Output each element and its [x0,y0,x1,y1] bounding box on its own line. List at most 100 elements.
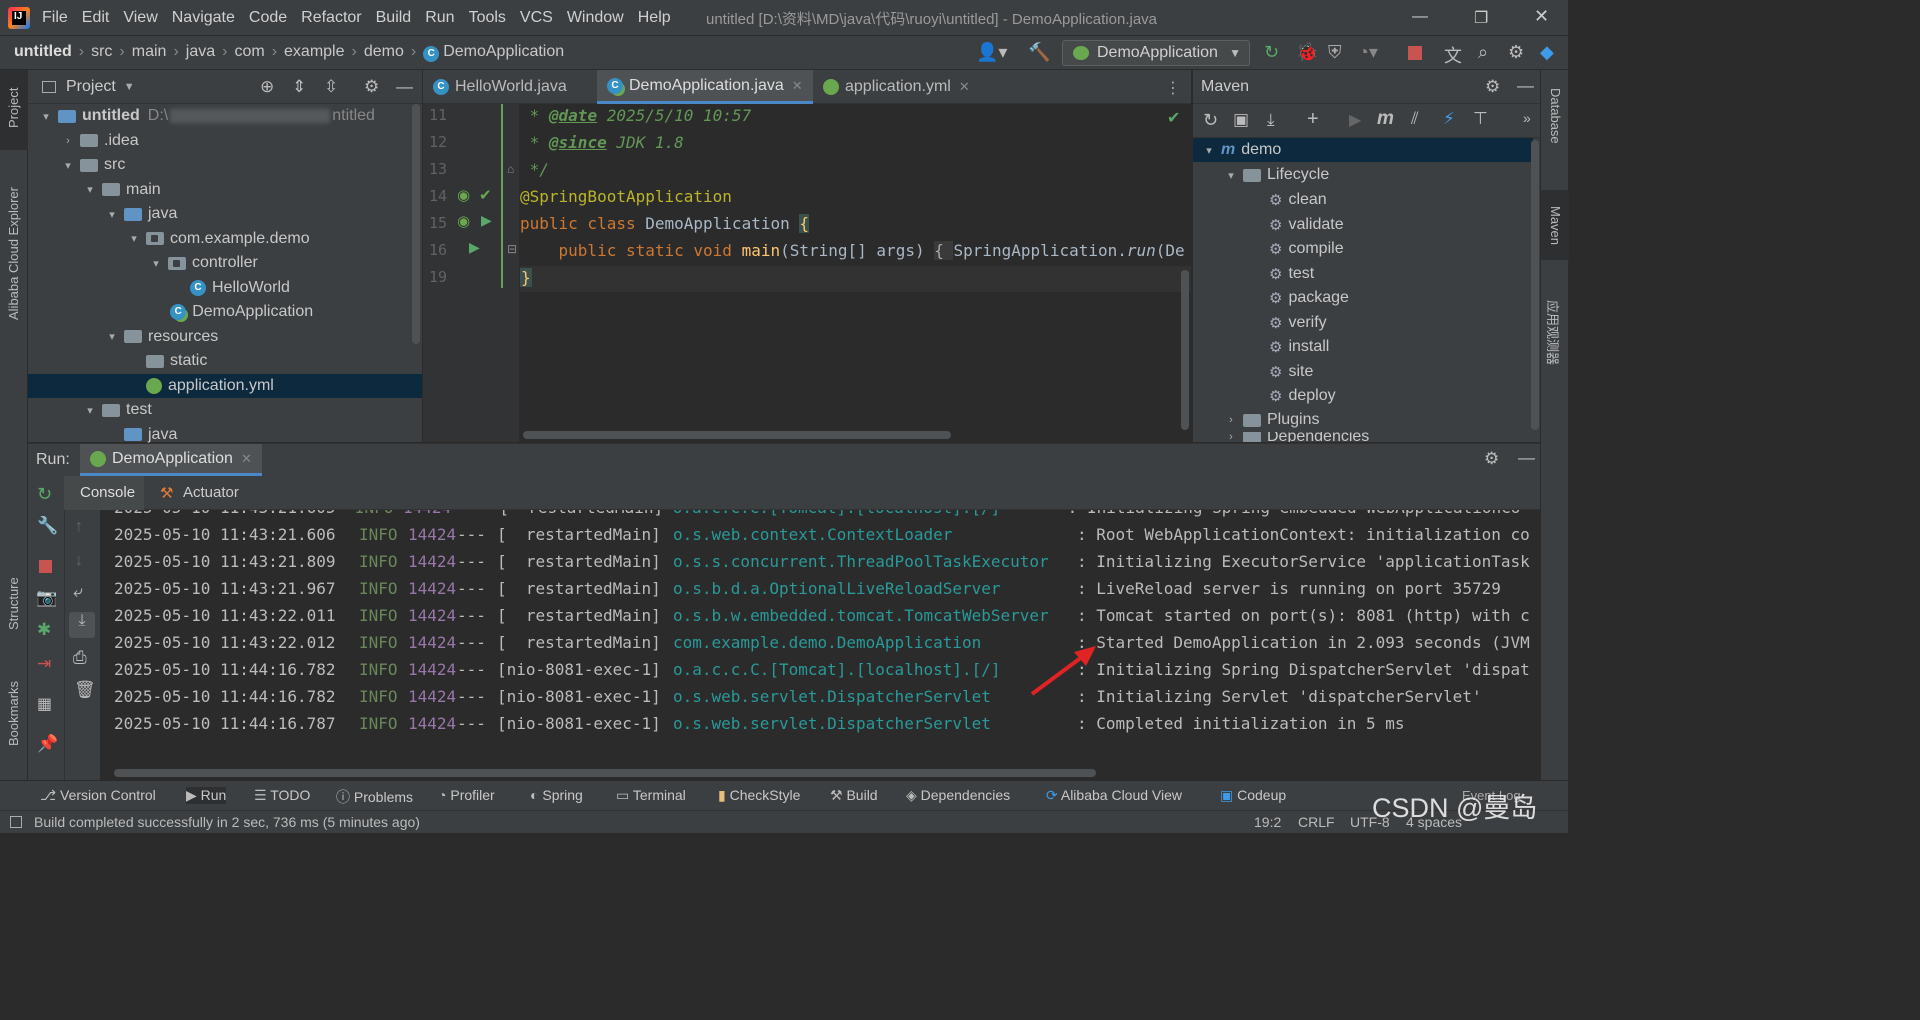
exit-icon[interactable]: ⇥ [37,654,51,674]
debug-icon[interactable]: ✱ [37,620,51,640]
tree-item[interactable]: ▾ resources [104,325,218,349]
user-icon[interactable]: 👤▾ [976,42,1007,63]
hide-panel-icon[interactable]: — [396,77,413,97]
toolwindow-version-control[interactable]: ⎇ Version Control [40,787,156,804]
locate-icon[interactable]: ⊕ [260,77,274,97]
menu-tools[interactable]: Tools [469,9,506,27]
soft-wrap-icon[interactable]: ⤶ [73,582,83,602]
print-icon[interactable]: ⎙ [73,648,87,668]
tree-item[interactable]: C DemoApplication [150,300,313,324]
close-tab-icon[interactable]: ✕ [959,79,970,95]
tree-arrow-icon[interactable]: › [60,135,76,147]
code-line-14[interactable]: @SpringBootApplication [520,187,732,206]
tree-arrow-icon[interactable]: ▾ [82,404,98,417]
layout-icon[interactable]: ▦ [37,694,52,714]
maven-goal-validate[interactable]: ⚙ validate [1269,213,1344,237]
spring-bean-icon[interactable]: ◉ [457,186,470,204]
tree-item[interactable]: ▾ test [82,398,152,422]
run-config-selector[interactable]: DemoApplication ▼ [1062,40,1250,66]
profile-icon[interactable]: ◔▾ [1358,42,1378,63]
collapse-all-icon[interactable]: ⇳ [324,77,338,97]
reimport-folder-icon[interactable]: ▣ [1233,110,1249,130]
spring-config-icon[interactable]: ✔ [479,186,492,204]
menu-navigate[interactable]: Navigate [172,9,235,27]
tree-item[interactable]: ▾ src [60,153,125,177]
stop-icon[interactable] [1408,46,1422,60]
line-separator[interactable]: CRLF [1298,814,1335,830]
search-icon[interactable]: ⌕ [1478,42,1488,63]
skip-tests-icon[interactable]: ⫽ [1411,109,1419,129]
menu-view[interactable]: View [123,9,157,27]
maven-plugins[interactable]: › Plugins [1223,408,1319,432]
show-deps-icon[interactable]: ⊤ [1473,109,1488,129]
code-line-13[interactable]: */ [520,160,549,179]
hide-panel-icon[interactable]: — [1517,76,1534,96]
tree-item[interactable]: C HelloWorld [170,276,290,300]
caret-position[interactable]: 19:2 [1254,814,1281,830]
maven-goal-verify[interactable]: ⚙ verify [1269,311,1327,335]
debug-icon[interactable]: 🐞 [1296,42,1318,63]
expand-all-icon[interactable]: ⇕ [292,77,306,97]
toolwindow-todo[interactable]: ☰ TODO [254,787,310,804]
maven-goal-compile[interactable]: ⚙ compile [1269,237,1344,261]
run-gutter-icon[interactable]: ▶ [481,212,492,229]
pin-icon[interactable]: 📌 [37,734,58,754]
tree-arrow-icon[interactable]: ▾ [104,330,120,343]
breadcrumb-item[interactable]: src [91,43,112,60]
breadcrumb-item[interactable]: example [284,43,344,60]
maven-dependencies[interactable]: › Dependencies [1223,432,1369,442]
horizontal-scrollbar[interactable] [523,431,951,439]
minimize-icon[interactable]: — [1412,8,1428,26]
tree-arrow-icon[interactable]: ▾ [60,159,76,172]
tree-arrow-icon[interactable]: ▾ [104,208,120,221]
download-icon[interactable]: ⤓ [1267,110,1275,130]
code-line-11[interactable]: * @date 2025/5/10 10:57 [520,106,752,125]
maven-goal-clean[interactable]: ⚙ clean [1269,188,1327,212]
settings-gear-icon[interactable]: ⚙ [1508,42,1524,63]
code-line-12[interactable]: * @since JDK 1.8 [520,133,684,152]
toolwindow-terminal[interactable]: ▭ Terminal [616,787,686,804]
close-tab-icon[interactable]: ✕ [241,451,252,467]
tab-console[interactable]: Console [80,484,135,501]
trash-icon[interactable]: 🗑 [74,680,96,700]
tree-item[interactable]: › .idea [60,129,139,153]
menu-build[interactable]: Build [376,9,412,27]
tree-item[interactable]: ▾ java [104,202,177,226]
code-line-15[interactable]: public class DemoApplication { [520,214,809,233]
toolwindow-run[interactable]: ▶ Run [186,787,227,804]
chevron-down-icon[interactable]: ▼ [124,81,135,93]
project-view-selector[interactable]: Project [66,78,116,96]
up-arrow-icon[interactable]: ↑ [75,518,83,536]
horizontal-scrollbar[interactable] [114,769,1096,777]
code-line-16[interactable]: public static void main(String[] args) {… [520,241,1185,260]
no-problems-check-icon[interactable]: ✔ [1167,108,1180,128]
maven-goal-deploy[interactable]: ⚙ deploy [1269,384,1336,408]
tree-item[interactable]: ▾ controller [148,251,258,275]
stripe-app-observer[interactable]: 应用观测器 [1544,300,1563,365]
toolwindow-profiler[interactable]: ◔ Profiler [438,787,495,803]
settings-gear-icon[interactable]: ⚙ [364,77,379,97]
menu-window[interactable]: Window [567,9,624,27]
rerun-icon[interactable]: ↻ [37,484,52,505]
editor-tab[interactable]: C HelloWorld.java [423,70,577,104]
spring-bean-icon[interactable]: ◉ [457,212,470,230]
maven-goal-install[interactable]: ⚙ install [1269,335,1329,359]
more-icon[interactable]: » [1523,110,1531,126]
menu-refactor[interactable]: Refactor [301,9,361,27]
toolwindow-problems[interactable]: ⓘ Problems [336,787,413,807]
run-tab-demoapplication[interactable]: DemoApplication ✕ [80,444,262,476]
stripe-project[interactable]: Project [6,88,21,128]
stop-icon[interactable] [39,560,52,573]
settings-gear-icon[interactable]: ⚙ [1485,77,1500,97]
maven-root-demo[interactable]: ▾ m demo [1201,138,1281,162]
close-tab-icon[interactable]: ✕ [792,78,803,94]
wrench-icon[interactable]: 🔧 [37,516,58,536]
run-icon[interactable]: ▶ [1349,110,1361,130]
build-hammer-icon[interactable]: 🔨 [1028,42,1050,63]
tree-item[interactable]: ▾ com.example.demo [126,227,309,251]
breadcrumb-item[interactable]: java [186,43,215,60]
stripe-database[interactable]: Database [1548,88,1563,144]
tree-arrow-icon[interactable]: ▾ [82,183,98,196]
scroll-to-end-icon[interactable]: ⤓ [69,612,95,638]
plugin-icon[interactable]: ◆ [1540,42,1554,63]
